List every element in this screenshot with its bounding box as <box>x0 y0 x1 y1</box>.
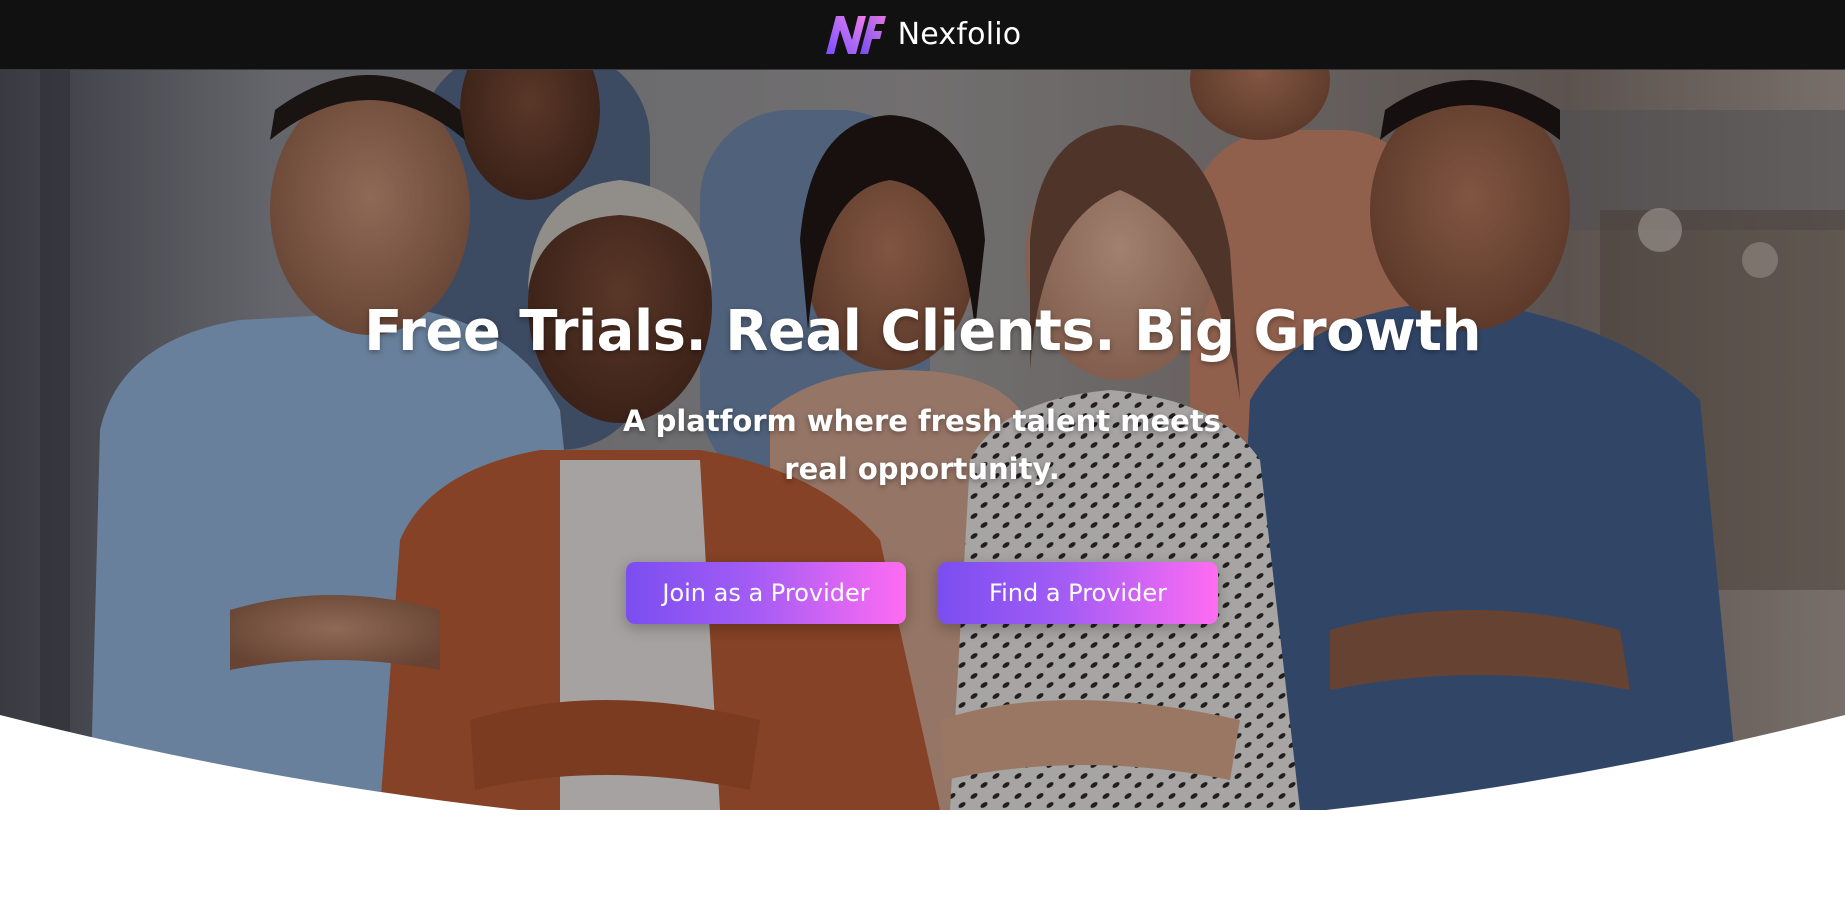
nf-monogram-icon <box>825 15 886 54</box>
hero-section: Free Trials. Real Clients. Big Growth A … <box>0 70 1845 810</box>
join-as-provider-button[interactable]: Join as a Provider <box>626 562 906 624</box>
hero-subtitle: A platform where fresh talent meets real… <box>623 404 1221 486</box>
hero-title: Free Trials. Real Clients. Big Growth <box>364 299 1481 364</box>
find-a-provider-button[interactable]: Find a Provider <box>938 562 1218 624</box>
top-navbar: Nexfolio <box>0 0 1845 70</box>
hero-content: Free Trials. Real Clients. Big Growth A … <box>0 70 1845 810</box>
brand-home-link[interactable]: Nexfolio <box>824 14 1022 56</box>
brand-name: Nexfolio <box>897 17 1022 52</box>
